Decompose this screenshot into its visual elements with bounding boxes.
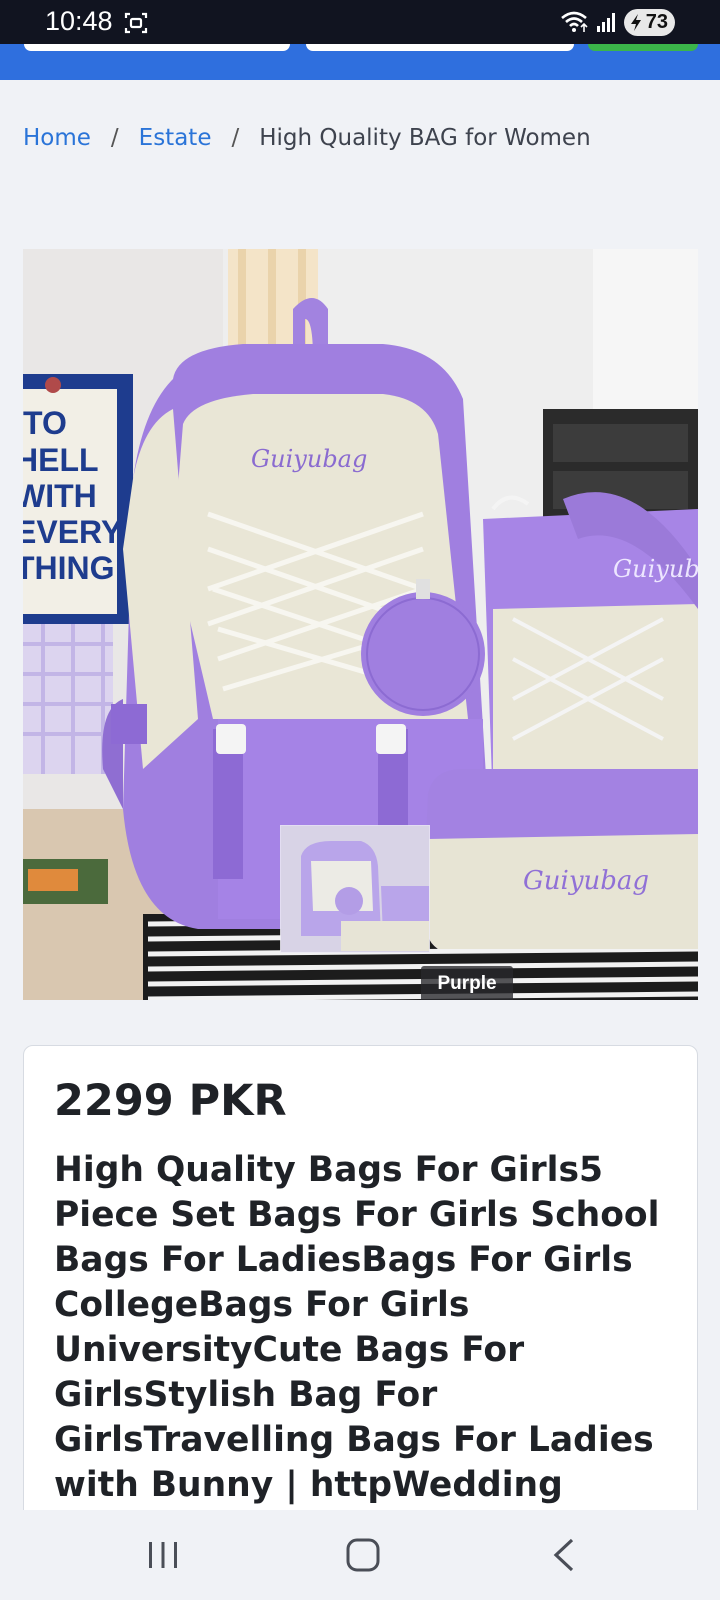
header-location-field[interactable]: [306, 44, 574, 51]
recent-apps-icon[interactable]: [140, 1532, 186, 1578]
charging-bolt-icon: [631, 14, 641, 31]
poster-line: THING: [23, 550, 115, 586]
tote-brand-text: Guiyub: [613, 555, 698, 583]
breadcrumb-category-link[interactable]: Estate: [139, 125, 212, 151]
site-header: [0, 44, 720, 80]
breadcrumb-separator: /: [231, 125, 240, 151]
thumbnail-preview: [281, 826, 429, 952]
breadcrumb-current: High Quality BAG for Women: [259, 125, 591, 151]
home-icon[interactable]: [340, 1532, 386, 1578]
status-bar: 10:48 73: [0, 0, 720, 44]
system-navigation-bar: [0, 1510, 720, 1600]
status-time: 10:48: [45, 6, 113, 36]
poster-line: HELL: [23, 442, 99, 478]
signal-icon: [597, 13, 615, 32]
battery-level: 73: [645, 11, 668, 33]
image-thumbnail[interactable]: [280, 825, 430, 953]
header-action-button[interactable]: [588, 44, 698, 51]
breadcrumb: Home / Estate / High Quality BAG for Women: [23, 125, 591, 151]
product-image[interactable]: TO HELL WITH EVERY THING Guiyubag Guiyub…: [23, 249, 698, 1000]
poster-line: TO: [23, 405, 67, 441]
breadcrumb-home-link[interactable]: Home: [23, 125, 91, 151]
screenshot-icon: [124, 12, 148, 34]
color-variant-tag: Purple: [421, 966, 513, 1000]
product-price: 2299 PKR: [54, 1076, 287, 1126]
poster-line: EVERY: [23, 514, 122, 550]
wifi-icon: [561, 11, 588, 32]
pouch-brand-text: Guiyubag: [523, 866, 649, 896]
battery-icon: 73: [624, 9, 675, 36]
back-icon[interactable]: [542, 1532, 588, 1578]
header-search-field[interactable]: [24, 44, 290, 51]
bag-brand-text: Guiyubag: [251, 445, 367, 473]
poster-line: WITH: [23, 478, 97, 514]
product-title: High Quality Bags For Girls5 Piece Set B…: [54, 1150, 660, 1505]
breadcrumb-separator: /: [110, 125, 119, 151]
